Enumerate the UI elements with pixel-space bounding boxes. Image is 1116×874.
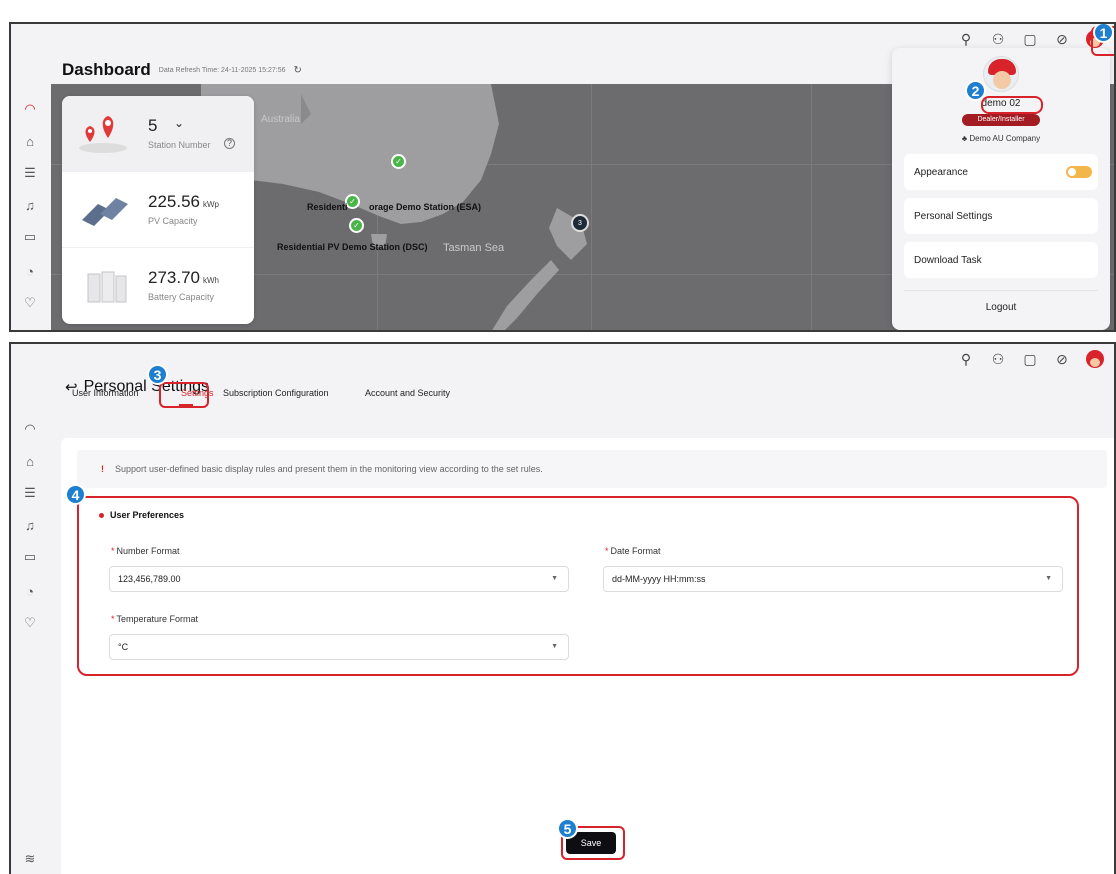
chart-icon[interactable]: ◔ xyxy=(21,262,39,280)
globe-icon[interactable]: ⊘ xyxy=(1054,31,1070,48)
station-cluster[interactable]: 3 xyxy=(571,214,589,232)
search-icon[interactable]: ⚲ xyxy=(958,31,974,48)
device-list-icon[interactable]: ☰ xyxy=(21,484,39,502)
alarm-icon[interactable]: ♫ xyxy=(21,196,39,214)
dashboard-title-row: Dashboard Data Refresh Time: 24-11-2025 … xyxy=(62,60,302,80)
highlight-user-preferences xyxy=(77,496,1079,676)
heart-icon[interactable]: ♡ xyxy=(21,294,39,312)
avatar[interactable] xyxy=(1086,350,1104,368)
stat-label: Battery Capacity xyxy=(148,292,215,302)
help-icon[interactable]: ? xyxy=(224,138,235,149)
refresh-icon[interactable]: ↻ xyxy=(294,65,302,76)
topbar: ⚲ ⚇ ▢ ⊘ xyxy=(958,350,1104,368)
home-icon[interactable]: ⌂ xyxy=(21,452,39,470)
chart-icon[interactable]: ◔ xyxy=(21,582,39,600)
stat-value: 5 xyxy=(148,116,158,135)
heart-icon[interactable]: ♡ xyxy=(21,614,39,632)
station-label-esa-suffix[interactable]: orage Demo Station (ESA) xyxy=(369,202,481,212)
tab-subscription-configuration[interactable]: Subscription Configuration xyxy=(223,388,329,398)
dashboard-icon[interactable]: ◠ xyxy=(21,420,39,438)
stats-card: 5 ⌄ Station Number ? 225.56 kWp PV Capaci… xyxy=(62,96,254,324)
map-label-tasman: Tasman Sea xyxy=(443,242,505,254)
step-marker: 1 xyxy=(1093,24,1114,43)
stat-value: 273.70 kWh xyxy=(148,268,219,287)
map-label-australia: Australia xyxy=(261,114,300,125)
user-menu: demo 02 Dealer/Installer ♣ Demo AU Compa… xyxy=(892,48,1110,330)
search-icon[interactable]: ⚲ xyxy=(958,351,974,368)
chevron-down-icon[interactable]: ⌄ xyxy=(174,116,184,130)
message-icon[interactable]: ▢ xyxy=(1022,31,1038,48)
device-icon[interactable]: ⚇ xyxy=(990,351,1006,368)
map-pin-icon xyxy=(79,116,127,153)
step-marker: 5 xyxy=(557,818,578,839)
role-badge: Dealer/Installer xyxy=(962,114,1040,126)
home-icon[interactable]: ⌂ xyxy=(21,132,39,150)
device-list-icon[interactable]: ☰ xyxy=(21,164,39,182)
report-icon[interactable]: ▭ xyxy=(21,228,39,246)
user-avatar xyxy=(983,56,1019,92)
stat-label: Station Number xyxy=(148,140,211,150)
page-title: Dashboard xyxy=(62,60,151,79)
report-icon[interactable]: ▭ xyxy=(21,548,39,566)
appearance-toggle[interactable] xyxy=(1066,166,1092,178)
personal-settings-panel: ◠ ⌂ ☰ ♫ ▭ ◔ ♡ ≋ ⚲ ⚇ ▢ ⊘ ↩ Personal Setti… xyxy=(9,342,1116,874)
step-marker: 3 xyxy=(147,364,168,385)
battery-icon xyxy=(87,271,127,303)
collapse-sidebar-icon[interactable]: ≋ xyxy=(21,850,39,868)
tab-account-and-security[interactable]: Account and Security xyxy=(365,388,450,398)
device-icon[interactable]: ⚇ xyxy=(990,31,1006,48)
globe-icon[interactable]: ⊘ xyxy=(1054,351,1070,368)
station-pin[interactable]: ✓ xyxy=(349,218,364,233)
alarm-icon[interactable]: ♫ xyxy=(21,516,39,534)
tab-user-information[interactable]: User Information xyxy=(72,388,139,398)
station-label-dsc[interactable]: Residential PV Demo Station (DSC) xyxy=(277,242,428,252)
info-icon: ! xyxy=(101,464,104,474)
stat-battery-capacity: 273.70 kWh Battery Capacity xyxy=(62,248,254,324)
dashboard-icon[interactable]: ◠ xyxy=(21,100,39,118)
sidebar: ◠ ⌂ ☰ ♫ ▭ ◔ ♡ ≋ xyxy=(11,344,51,874)
stat-pv-capacity: 225.56 kWp PV Capacity xyxy=(62,172,254,248)
station-pin[interactable]: ✓ xyxy=(391,154,406,169)
station-label-esa-prefix[interactable]: Residenti xyxy=(307,202,348,212)
logout-button[interactable]: Logout xyxy=(892,302,1110,313)
stat-value: 225.56 kWp xyxy=(148,192,219,211)
refresh-time: Data Refresh Time: 24-11-2025 15:27:56 xyxy=(158,66,286,74)
info-notice: ! Support user-defined basic display rul… xyxy=(77,450,1107,488)
highlight-username xyxy=(981,96,1043,114)
menu-item-download-task[interactable]: Download Task xyxy=(904,242,1098,278)
step-marker: 2 xyxy=(965,80,986,101)
stat-label: PV Capacity xyxy=(148,216,198,226)
stat-station-number[interactable]: 5 ⌄ Station Number ? xyxy=(62,96,254,172)
menu-item-personal-settings[interactable]: Personal Settings xyxy=(904,198,1098,234)
menu-item-appearance[interactable]: Appearance xyxy=(904,154,1098,190)
solar-panel-icon xyxy=(82,198,128,226)
dashboard-panel: Australia Tasman Sea ✓ ✓ ✓ Residenti ora… xyxy=(9,22,1116,332)
company-name: ♣ Demo AU Company xyxy=(961,134,1041,143)
step-marker: 4 xyxy=(65,484,86,505)
message-icon[interactable]: ▢ xyxy=(1022,351,1038,368)
topbar: ⚲ ⚇ ▢ ⊘ xyxy=(958,30,1104,48)
highlight-settings-tab xyxy=(159,382,209,408)
